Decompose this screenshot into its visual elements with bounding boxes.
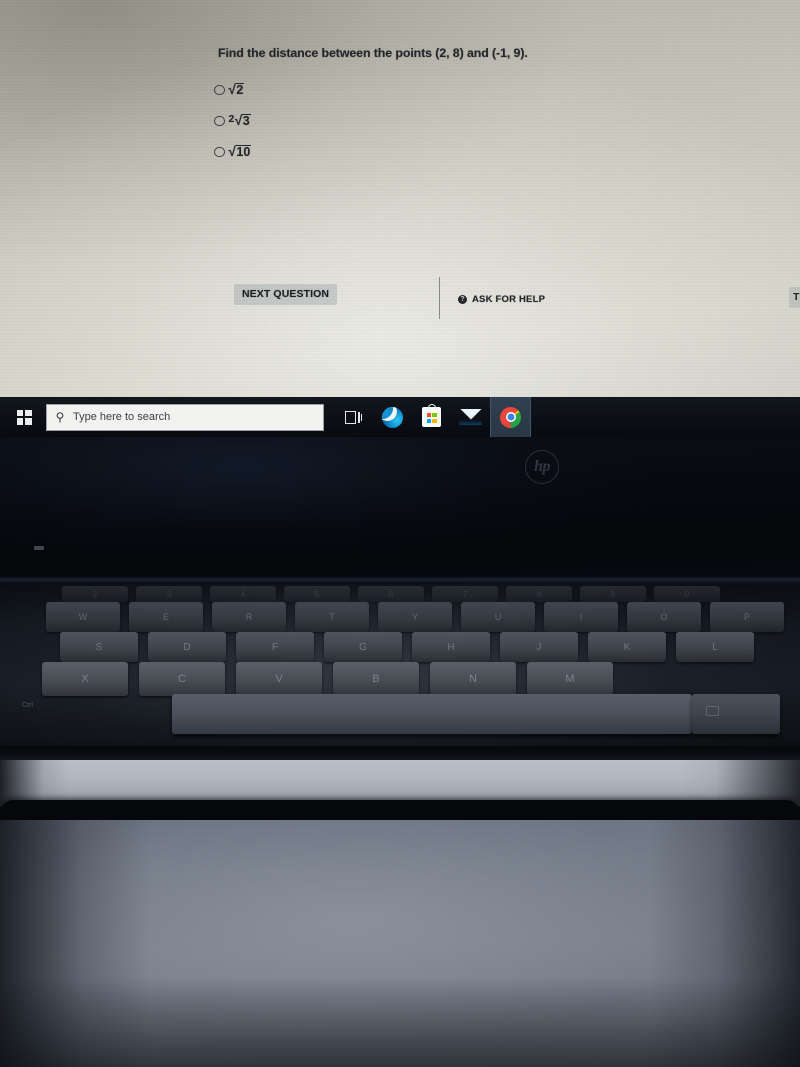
- search-input[interactable]: ⚲ Type here to search: [46, 403, 324, 431]
- keyboard-key[interactable]: 8: [506, 586, 572, 602]
- keyboard-key[interactable]: 3: [136, 586, 202, 602]
- keyboard-key[interactable]: 9: [580, 586, 646, 602]
- start-button[interactable]: [0, 397, 48, 437]
- answer-option-a[interactable]: √ 2: [214, 78, 251, 102]
- keyboard-key[interactable]: 6: [358, 586, 424, 602]
- radio-button-icon[interactable]: [214, 84, 225, 96]
- radicand-value: 10: [235, 144, 252, 160]
- keyboard-key[interactable]: R: [212, 602, 286, 632]
- answer-option-c-label: √ 10: [229, 145, 252, 160]
- taskbar-item-mail[interactable]: [451, 397, 490, 437]
- keyboard-key[interactable]: 5: [284, 586, 350, 602]
- answer-option-b[interactable]: 2 √ 3: [214, 109, 251, 133]
- keyboard-key[interactable]: P: [710, 602, 784, 632]
- keyboard-key[interactable]: 0: [654, 586, 720, 602]
- question-prompt: Find the distance between the points (2,…: [218, 46, 528, 60]
- keyboard-key[interactable]: 2: [62, 586, 128, 602]
- radical-sign: √: [228, 81, 236, 97]
- task-view-icon: [345, 410, 363, 424]
- keyboard-key[interactable]: F: [236, 632, 314, 662]
- ask-for-help-label: ASK FOR HELP: [472, 294, 546, 305]
- keyboard-number-row[interactable]: 234567890: [62, 586, 720, 602]
- screenshot-root: Find the distance between the points (2,…: [0, 0, 800, 1067]
- keyboard-key[interactable]: I: [544, 602, 618, 632]
- keyboard-key[interactable]: C: [139, 662, 225, 696]
- vertical-divider: [439, 277, 441, 319]
- keyboard-key[interactable]: H: [412, 632, 490, 662]
- ctrl-key-label: Ctrl: [22, 702, 33, 709]
- bezel-indicator: [34, 546, 44, 550]
- radical-sign: √: [228, 143, 236, 159]
- keyboard-key[interactable]: Y: [378, 602, 452, 632]
- keyboard-key[interactable]: J: [500, 632, 578, 662]
- radicand-value: 2: [235, 82, 245, 98]
- keyboard-key[interactable]: V: [236, 662, 322, 696]
- radio-button-icon[interactable]: [214, 146, 225, 158]
- answer-option-b-label: 2 √ 3: [229, 114, 251, 129]
- laptop-screen: Find the distance between the points (2,…: [0, 0, 800, 397]
- answer-option-a-label: √ 2: [229, 83, 245, 98]
- square-root-icon: √ 10: [229, 145, 252, 160]
- keyboard-key[interactable]: G: [324, 632, 402, 662]
- spacebar-key[interactable]: [172, 694, 692, 734]
- laptop-hinge: [0, 576, 800, 584]
- question-mark-icon: ?: [458, 295, 467, 304]
- square-root-icon: √ 3: [235, 114, 251, 129]
- keyboard-key[interactable]: T: [295, 602, 369, 632]
- laptop-keyboard[interactable]: 234567890 WERTYUIOP SDFGHJKL XCVBNM Ctrl: [0, 584, 800, 764]
- taskbar-item-google-chrome[interactable]: [490, 397, 531, 437]
- coefficient-value: 2: [228, 112, 235, 125]
- cut-off-right-button[interactable]: TU: [789, 287, 800, 308]
- keyboard-qwerty-row[interactable]: WERTYUIOP: [46, 602, 784, 632]
- windows-taskbar: ⚲ Type here to search: [0, 397, 800, 437]
- windows-logo-icon: [16, 409, 32, 425]
- keyboard-key[interactable]: D: [148, 632, 226, 662]
- desk-shadow-bottom: [0, 977, 800, 1067]
- radical-sign: √: [234, 112, 243, 128]
- keyboard-key[interactable]: O: [627, 602, 701, 632]
- next-question-button[interactable]: NEXT QUESTION: [234, 284, 338, 305]
- search-placeholder: Type here to search: [73, 411, 171, 423]
- keyboard-bottom-row[interactable]: XCVBNM: [42, 662, 613, 696]
- ask-for-help-button[interactable]: ? ASK FOR HELP: [458, 294, 545, 305]
- radicand-value: 3: [242, 113, 251, 129]
- square-root-icon: √ 2: [229, 83, 245, 98]
- radio-button-icon[interactable]: [214, 115, 225, 127]
- keyboard-key[interactable]: B: [333, 662, 419, 696]
- search-icon: ⚲: [55, 410, 65, 424]
- keyboard-key[interactable]: S: [60, 632, 138, 662]
- laptop-bezel: [0, 437, 800, 585]
- taskbar-item-microsoft-store[interactable]: [412, 397, 451, 437]
- keyboard-key[interactable]: 4: [210, 586, 276, 602]
- keyboard-key[interactable]: N: [430, 662, 516, 696]
- taskbar-item-microsoft-edge[interactable]: [373, 397, 412, 437]
- mail-icon: [459, 409, 482, 425]
- microsoft-edge-icon: [382, 406, 403, 428]
- google-chrome-icon: [500, 406, 521, 428]
- keyboard-key[interactable]: U: [461, 602, 535, 632]
- keyboard-key[interactable]: L: [676, 632, 754, 662]
- keyboard-home-row[interactable]: SDFGHJKL: [60, 632, 754, 662]
- hp-logo-icon: hp: [525, 450, 559, 484]
- keyboard-key[interactable]: E: [129, 602, 203, 632]
- answer-options-list: √ 2 2 √ 3 √ 10: [214, 78, 252, 171]
- taskbar-icon-group: [334, 397, 531, 437]
- keyboard-key[interactable]: W: [46, 602, 120, 632]
- keyboard-key[interactable]: X: [42, 662, 128, 696]
- keyboard-key[interactable]: 7: [432, 586, 498, 602]
- keyboard-key[interactable]: K: [588, 632, 666, 662]
- key-glyph-icon: [706, 706, 719, 716]
- keyboard-deck-edge: [0, 746, 800, 760]
- keyboard-key[interactable]: M: [527, 662, 613, 696]
- taskbar-item-task-view[interactable]: [334, 397, 373, 437]
- microsoft-store-icon: [422, 404, 441, 427]
- answer-option-c[interactable]: √ 10: [214, 140, 252, 164]
